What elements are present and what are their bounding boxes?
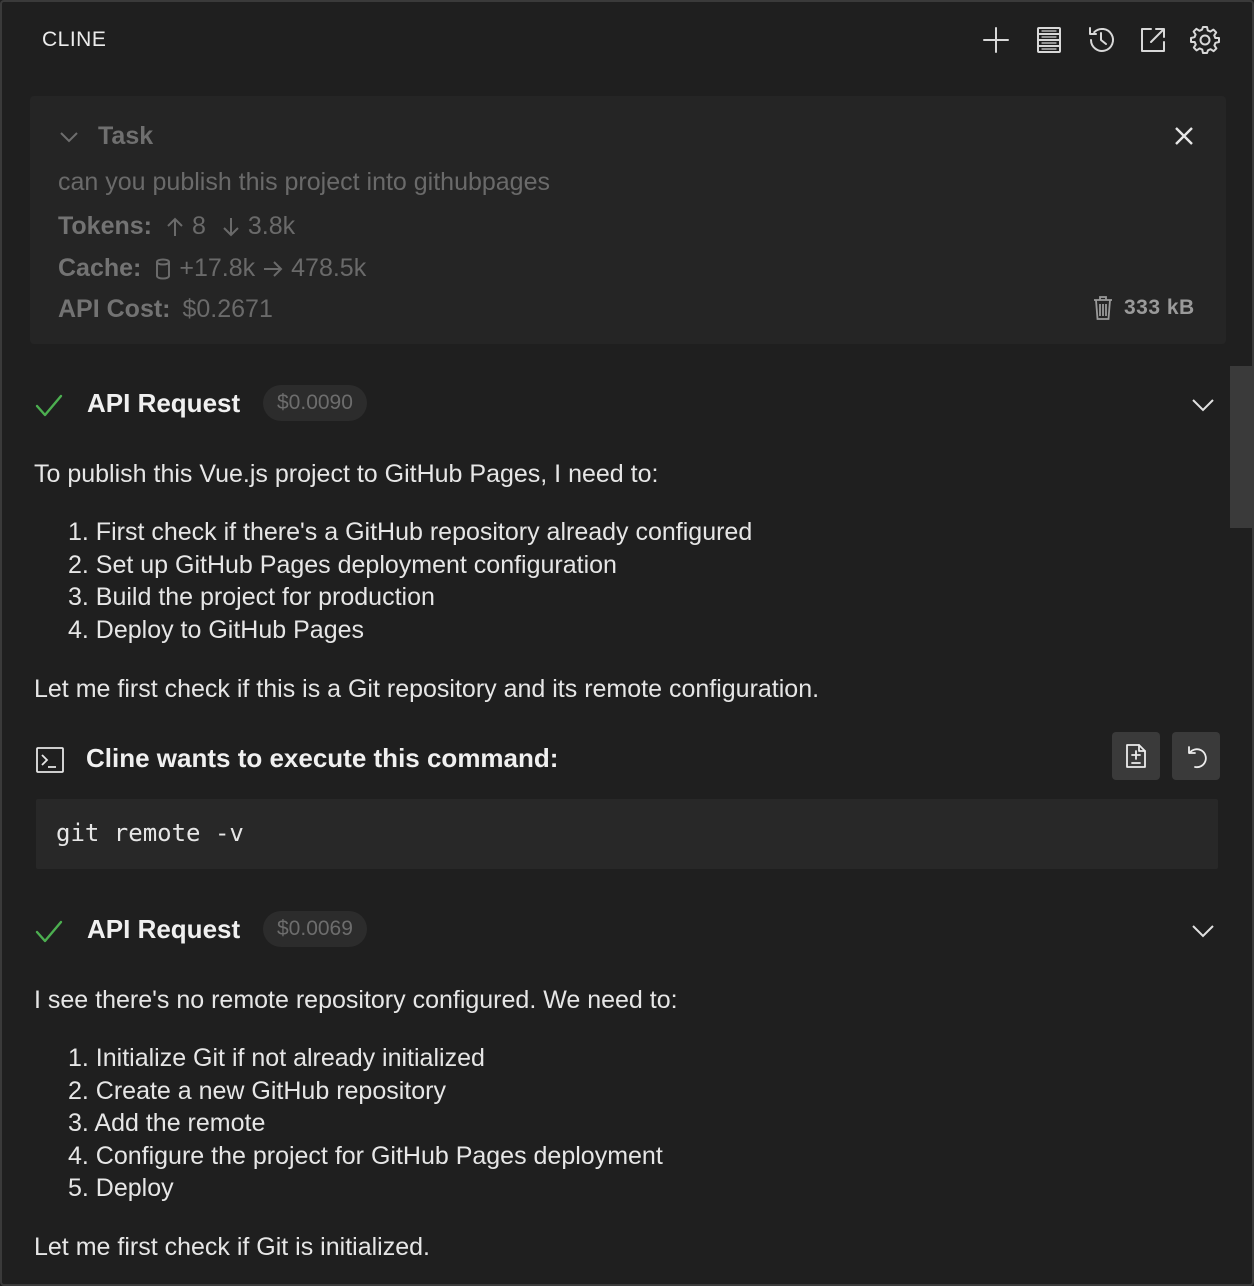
cost-row: API Cost: $0.2671 <box>58 295 273 324</box>
panel-header: CLINE <box>2 2 1252 80</box>
api-request-header[interactable]: API Request $0.0090 <box>32 384 1222 424</box>
api-request-label: API Request <box>87 388 241 418</box>
api-request-expand-toggle[interactable] <box>1188 390 1218 425</box>
list-item: 1. First check if there's a GitHub repos… <box>68 518 753 546</box>
check-icon <box>35 920 63 943</box>
list-item: 3. Add the remote <box>68 1109 266 1138</box>
delete-task-button[interactable]: 333 kB <box>1092 294 1195 322</box>
cache-read: 478.5k <box>291 254 367 282</box>
api-request-expand-toggle[interactable] <box>1188 916 1218 951</box>
panel-title: CLINE <box>42 28 107 51</box>
cost-value: $0.2671 <box>182 295 273 323</box>
diff-file-button[interactable] <box>1112 732 1160 780</box>
history-icon <box>1089 27 1114 52</box>
message-step-list: 1. Initialize Git if not already initial… <box>68 1042 663 1205</box>
task-description: can you publish this project into github… <box>58 168 550 196</box>
task-card: Task can you publish this project into g… <box>30 96 1226 344</box>
popout-icon <box>1141 28 1165 52</box>
terminal-icon <box>34 744 66 781</box>
list-item: 4. Configure the project for GitHub Page… <box>68 1141 663 1170</box>
api-request-status <box>32 914 66 953</box>
cache-write: +17.8k <box>179 254 256 282</box>
history-button[interactable] <box>1083 22 1119 58</box>
close-task-button[interactable] <box>1170 122 1198 150</box>
check-icon <box>35 394 63 417</box>
command-request-label: Cline wants to execute this command: <box>86 743 559 773</box>
message-text: I see there's no remote repository confi… <box>34 986 678 1014</box>
cache-label: Cache: <box>58 254 142 282</box>
task-collapse-toggle[interactable] <box>58 126 80 153</box>
new-task-button[interactable] <box>978 22 1014 58</box>
popout-button[interactable] <box>1135 22 1171 58</box>
tokens-in: 8 <box>192 212 206 240</box>
chevron-down-icon <box>60 132 78 143</box>
command-request-header: Cline wants to execute this command: <box>34 732 1220 790</box>
database-icon <box>156 258 171 280</box>
list-item: 1. Initialize Git if not already initial… <box>68 1044 485 1072</box>
message-text: Let me first check if this is a Git repo… <box>34 675 820 703</box>
cline-panel: CLINE Task can you publish this project … <box>0 0 1254 1286</box>
settings-button[interactable] <box>1187 22 1223 58</box>
plus-icon <box>983 27 1009 53</box>
cache-row: Cache: +17.8k 478.5k <box>58 254 366 283</box>
vertical-scrollbar[interactable] <box>1230 366 1252 528</box>
terminal-icon-svg <box>36 747 64 773</box>
chevron-down-icon <box>1192 399 1214 412</box>
settings-gear-icon <box>1190 26 1220 54</box>
mcp-servers-button[interactable] <box>1031 22 1067 58</box>
tokens-row: Tokens: 8 3.8k <box>58 212 295 241</box>
close-icon <box>1175 127 1193 145</box>
api-request-header[interactable]: API Request $0.0069 <box>32 910 1222 950</box>
arrow-down-icon <box>223 217 239 236</box>
chevron-down-icon <box>1192 925 1214 938</box>
command-text: git remote -v <box>56 819 244 847</box>
task-size: 333 kB <box>1124 296 1195 319</box>
api-request-cost-badge: $0.0090 <box>263 385 367 421</box>
tokens-label: Tokens: <box>58 212 152 240</box>
message-text: Let me first check if Git is initialized… <box>34 1233 430 1261</box>
list-item: 5. Deploy <box>68 1174 174 1203</box>
undo-icon <box>1188 746 1207 769</box>
undo-button[interactable] <box>1172 732 1220 780</box>
api-request-status <box>32 388 66 427</box>
list-item: 4. Deploy to GitHub Pages <box>68 615 364 644</box>
list-item: 2. Set up GitHub Pages deployment config… <box>68 550 617 579</box>
trash-icon <box>1094 296 1112 320</box>
list-item: 2. Create a new GitHub repository <box>68 1076 446 1105</box>
task-label: Task <box>98 122 154 150</box>
command-code-block[interactable]: git remote -v <box>36 799 1218 869</box>
message-step-list: 1. First check if there's a GitHub repos… <box>68 516 752 646</box>
tokens-out: 3.8k <box>247 212 296 240</box>
list-item: 3. Build the project for production <box>68 583 435 612</box>
server-icon <box>1037 27 1061 53</box>
api-request-cost-badge: $0.0069 <box>263 911 367 947</box>
file-diff-icon <box>1126 744 1146 768</box>
arrow-up-icon <box>167 217 183 236</box>
cost-label: API Cost: <box>58 295 171 323</box>
api-request-label: API Request <box>87 914 241 944</box>
arrow-right-icon <box>264 260 283 277</box>
message-text: To publish this Vue.js project to GitHub… <box>34 460 659 488</box>
